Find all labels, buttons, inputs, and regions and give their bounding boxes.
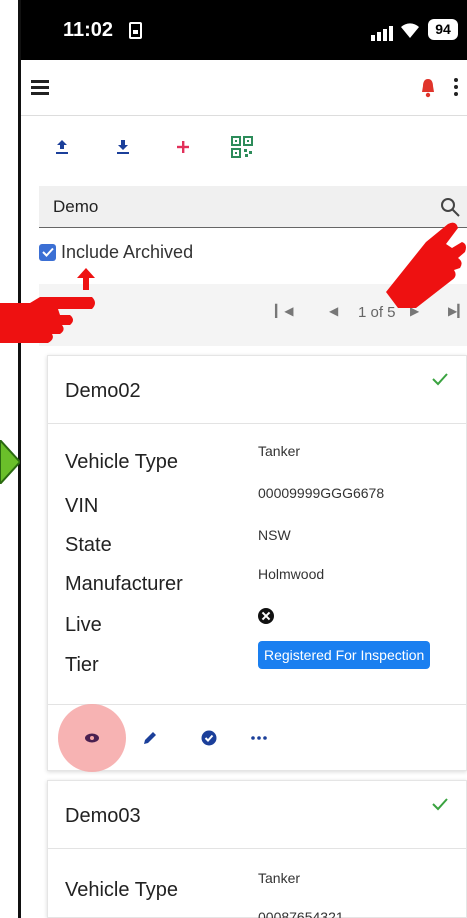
- include-archived-checkbox[interactable]: [39, 243, 56, 261]
- edit-icon[interactable]: [142, 730, 158, 746]
- verify-icon[interactable]: [201, 730, 217, 746]
- more-options-icon[interactable]: [453, 78, 459, 98]
- not-live-icon: [258, 608, 274, 624]
- card-actions: [48, 704, 466, 772]
- field-label-vehicle-type: Vehicle Type: [65, 451, 179, 473]
- qr-code-icon[interactable]: [229, 134, 255, 160]
- status-bar: 11:02 94: [21, 0, 467, 60]
- sim-icon: [129, 22, 142, 39]
- tier-badge: Registered For Inspection: [258, 641, 431, 669]
- include-archived-option[interactable]: Include Archived: [39, 240, 193, 264]
- card-divider: [48, 848, 466, 849]
- more-icon[interactable]: [251, 730, 267, 746]
- toolbar: [21, 130, 467, 170]
- field-value-manufacturer: Holmwood: [258, 566, 325, 582]
- arrow-up-icon: [77, 268, 95, 290]
- field-value-vin: 00087654321: [258, 909, 344, 918]
- card-title: Demo03: [65, 805, 141, 827]
- field-label-live: Live: [65, 614, 102, 636]
- vehicle-card[interactable]: Demo03 Vehicle Type Tanker 00087654321: [47, 780, 467, 918]
- check-icon: [432, 373, 448, 386]
- menu-icon[interactable]: [31, 80, 49, 95]
- field-label-manufacturer: Manufacturer: [65, 573, 183, 595]
- field-value-state: NSW: [258, 527, 291, 543]
- signal-icon: [371, 23, 395, 41]
- status-time: 11:02: [63, 19, 114, 41]
- search-input[interactable]: [53, 195, 403, 219]
- field-value-vehicle-type: Tanker: [258, 443, 301, 459]
- first-page-icon[interactable]: ▎◀: [275, 304, 293, 318]
- field-value-vehicle-type: Tanker: [258, 870, 301, 886]
- field-label-vehicle-type: Vehicle Type: [65, 879, 179, 901]
- card-divider: [48, 423, 466, 424]
- phone-screen: 11:02 94 Demo Include Archived ▎◀ ◀ 1 of…: [21, 0, 467, 918]
- add-icon[interactable]: [170, 134, 196, 160]
- pointing-hand-right-icon: [386, 222, 466, 308]
- field-label-tier: Tier: [65, 654, 99, 676]
- field-label-state: State: [65, 534, 112, 556]
- green-chevron-icon: [0, 440, 20, 484]
- vehicle-card[interactable]: Demo02 Vehicle Type Tanker VIN 00009999G…: [47, 355, 467, 772]
- wifi-icon: [401, 23, 419, 38]
- field-value-vin: 00009999GGG6678: [258, 485, 385, 501]
- check-icon: [432, 798, 448, 811]
- pointing-hand-left-icon: [0, 297, 95, 343]
- card-title: Demo02: [65, 380, 141, 402]
- field-label-vin: VIN: [65, 495, 99, 517]
- previous-page-icon[interactable]: ◀: [329, 304, 338, 318]
- upload-icon[interactable]: [49, 134, 75, 160]
- view-icon[interactable]: [84, 730, 100, 746]
- app-bar: [21, 60, 467, 116]
- bell-icon[interactable]: [419, 78, 437, 98]
- search-icon[interactable]: [439, 196, 461, 218]
- download-icon[interactable]: [110, 134, 136, 160]
- include-archived-label: Include Archived: [61, 241, 194, 262]
- battery-indicator: 94: [428, 19, 458, 40]
